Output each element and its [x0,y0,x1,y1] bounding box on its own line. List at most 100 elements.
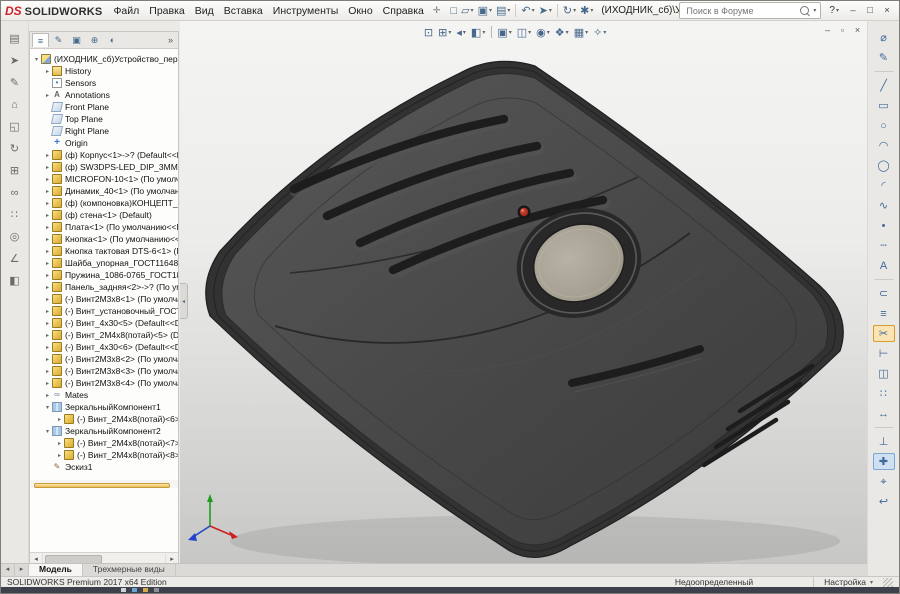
tree-item[interactable]: Top Plane [32,113,178,125]
graphics-viewport[interactable]: ⊡ ⊞▾ ◂▾ ◧▾ ▣▾ ◫▾ ◉▾ ❖▾ ▦▾ ✧▾ [180,21,869,566]
search-box[interactable]: ▾ [679,2,821,19]
tree-item[interactable]: ▸ (ф) стена<1> (Default) [32,209,178,221]
extend-entities-icon[interactable]: ⊢ [873,345,895,362]
select-icon[interactable]: ➤▾ [537,3,554,19]
expand-arrow-icon[interactable]: ▸ [43,344,52,351]
menu-item[interactable]: Справка [378,3,429,19]
tree-item[interactable]: ▸ MICROFON-10<1> (По умолчанию<<По ум [32,173,178,185]
corner-rectangle-icon[interactable]: ▭ [873,97,895,114]
separator[interactable] [874,279,894,280]
menu-item[interactable]: Правка [144,3,189,19]
expand-arrow-icon[interactable]: ▸ [43,212,52,219]
hide-show-icon[interactable]: ◉▾ [534,24,553,40]
select-arrow-icon[interactable]: ➤ [6,53,24,69]
tree-item[interactable]: ▸ (-) Винт_2М4х8(потай)<8> (Default<< [32,449,178,461]
centerpoint-arc-icon[interactable]: ◠ [873,137,895,154]
tree-item[interactable]: ▸ (ф) (компоновка)КОНЦЕПТ_3<2> (Default< [32,197,178,209]
tree-item[interactable]: ▸ (-) Винт_установочный_ГОСТ 11074-93<5 [32,305,178,317]
panel-collapse-handle[interactable]: ◂ [180,283,188,319]
expand-arrow-icon[interactable]: ▸ [43,296,52,303]
search-dropdown-icon[interactable]: ▾ [813,7,816,14]
displaymanager-tab-icon[interactable]: ◐ [104,33,121,47]
expand-arrow-icon[interactable]: ▸ [55,452,64,459]
tree-item[interactable]: ▸ (ф) SW3DPS-LED_DIP_3MM-DEFAULT<1> (D [32,161,178,173]
separator[interactable] [874,71,894,72]
propertymanager-tab-icon[interactable]: ✎ [50,33,67,47]
expand-arrow-icon[interactable]: ▸ [43,356,52,363]
expand-arrow-icon[interactable]: ▸ [43,176,52,183]
tree-item[interactable]: Front Plane [32,101,178,113]
evaluate-icon[interactable]: ◎ [6,229,24,245]
tree-item[interactable]: ▸ Mates [32,389,178,401]
menu-item[interactable]: Окно [343,3,377,19]
panel-flyout-icon[interactable]: » [165,35,176,45]
view-tab[interactable]: Трехмерные виды [83,564,176,576]
tree-item[interactable]: ▾ ЗеркальныйКомпонент2 [32,425,178,437]
spline-icon[interactable]: ∿ [873,197,895,214]
tree-item[interactable]: Sensors [32,77,178,89]
tree-item[interactable]: ▸ (-) Винт2М3х8<3> (По умолчанию<<По ум [32,365,178,377]
expand-arrow-icon[interactable]: ▸ [43,248,52,255]
rebuild-icon[interactable]: ↻▾ [561,3,578,19]
separator[interactable] [515,4,516,17]
tree-item[interactable]: ▸ Пружина_1086-0765_ГОСТ18793-80<2> (П [32,269,178,281]
expand-arrow-icon[interactable]: ▸ [43,368,52,375]
viewport-minimize-icon[interactable]: – [820,24,835,37]
tree-item[interactable]: Эскиз1 [32,461,178,473]
quick-snaps-icon[interactable]: ⌖ [873,473,895,490]
tree-item[interactable]: Origin [32,137,178,149]
tree-item[interactable]: ▸ (-) Винт_4х30<6> (Default<<Default>_Со… [32,341,178,353]
extrude-icon[interactable]: ◱ [6,119,24,135]
measure-icon[interactable]: ∠ [6,251,24,267]
viewport-close-icon[interactable]: × [850,24,865,37]
expand-arrow-icon[interactable]: ▸ [43,92,52,99]
menu-item[interactable]: Вид [190,3,219,19]
expand-arrow-icon[interactable]: ▸ [43,200,52,207]
pin-icon[interactable]: ✛ [429,5,445,16]
expand-arrow-icon[interactable]: ▸ [43,332,52,339]
repair-sketch-icon[interactable]: ✚ [873,453,895,470]
tree-item[interactable]: ▸ (-) Винт2М3х8<1> (По умолчанию<<По ум [32,293,178,305]
zoom-area-icon[interactable]: ⊞▾ [436,24,454,40]
separator[interactable] [557,4,558,17]
tab-scroll-left[interactable]: ◂ [1,564,15,576]
tree-item[interactable]: ▸ Кнопка тактовая DTS-6<1> (По умолчан [32,245,178,257]
expand-arrow-icon[interactable]: ▸ [43,188,52,195]
expand-arrow-icon[interactable]: ▸ [43,260,52,267]
menu-item[interactable]: Вставка [219,3,268,19]
circle-icon[interactable]: ○ [873,117,895,134]
search-icon[interactable] [800,6,809,15]
features-icon[interactable]: ⌂ [6,97,24,113]
menu-item[interactable]: Файл [108,3,144,19]
mirror-entities-icon[interactable]: ◫ [873,365,895,382]
zoom-fit-icon[interactable]: ⊡ [421,24,435,40]
display-relations-icon[interactable]: ⊥ [873,433,895,450]
tree-item[interactable]: ▸ Кнопка<1> (По умолчанию<<По умолча [32,233,178,245]
section-view-icon[interactable]: ◧▾ [468,24,487,40]
previous-view-icon[interactable]: ◂▾ [454,24,469,40]
tree-item[interactable]: ▸ Динамик_40<1> (По умолчанию<<По ум [32,185,178,197]
expand-arrow-icon[interactable]: ▸ [43,152,52,159]
revolve-icon[interactable]: ↻ [6,141,24,157]
menu-item[interactable]: Инструменты [268,3,343,19]
edit-appearance-icon[interactable]: ❖▾ [552,24,571,40]
move-entities-icon[interactable]: ↔ [873,405,895,422]
tree-item[interactable]: Right Plane [32,125,178,137]
sketch-tool-icon[interactable]: ✎ [6,75,24,91]
trim-entities-icon[interactable]: ✂ [873,325,895,342]
separator[interactable] [874,427,894,428]
expand-arrow-icon[interactable]: ▸ [43,392,52,399]
tree-item[interactable]: ▸ Шайба_упорная_ГОСТ11648-75<1> (По ум [32,257,178,269]
featuremanager-tab-icon[interactable]: ≡ [32,33,49,47]
offset-entities-icon[interactable]: ≡ [873,305,895,322]
tree-item[interactable]: ▸ (-) Винт_4х30<5> (Default<<Default>_Со… [32,317,178,329]
expand-arrow-icon[interactable]: ▸ [43,284,52,291]
maximize-button[interactable]: □ [862,4,878,18]
viewport-restore-icon[interactable]: ▫ [835,24,850,37]
view-tab[interactable]: Модель [29,564,83,576]
sketch-icon[interactable]: ✎ [873,49,895,66]
open-icon[interactable]: ▱▾ [459,3,475,19]
configurationmanager-tab-icon[interactable]: ▣ [68,33,85,47]
tree-item[interactable]: ▸ Плата<1> (По умолчанию<<По умолча [32,221,178,233]
tree-item[interactable]: ▾ (ИХОДНИК_сб)Устройство_переговорное (Д… [32,53,178,65]
